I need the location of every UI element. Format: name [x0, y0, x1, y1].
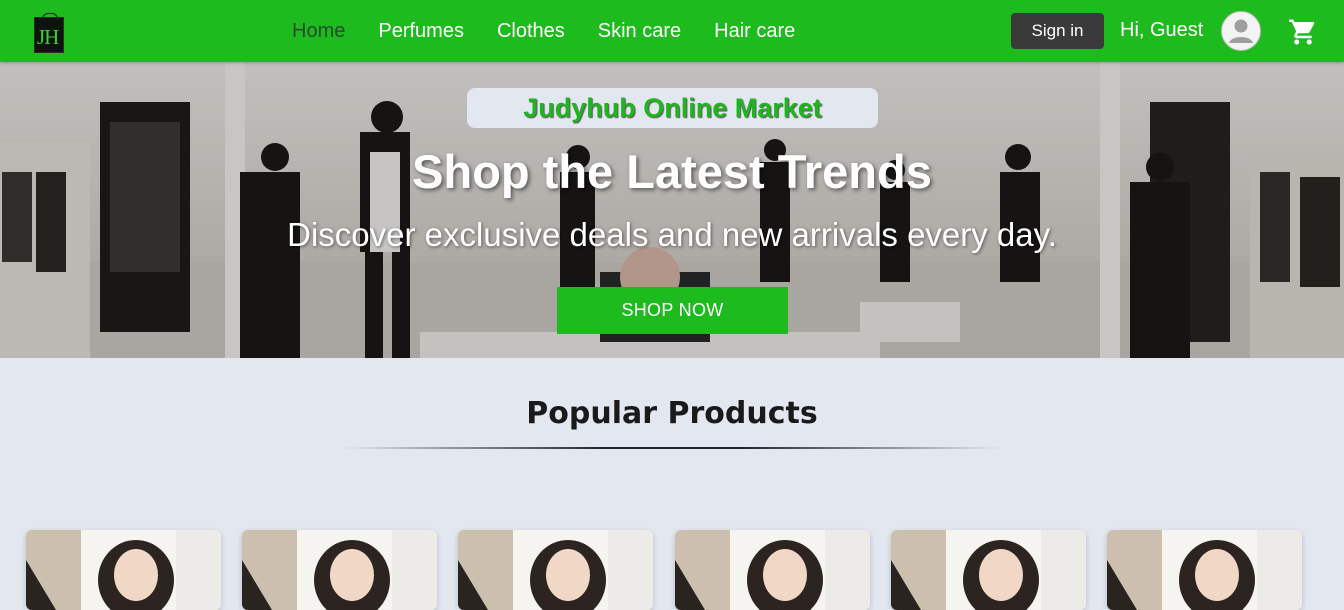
hero-title: Shop the Latest Trends [412, 145, 932, 198]
hero-subtitle: Discover exclusive deals and new arrival… [287, 216, 1057, 253]
nav-link-perfumes[interactable]: Perfumes [378, 20, 464, 43]
hero-banner: Judyhub Online Market Shop the Latest Tr… [0, 62, 1344, 358]
product-image [891, 530, 1086, 610]
user-avatar-icon[interactable] [1221, 11, 1261, 51]
nav-link-home[interactable]: Home [292, 20, 345, 43]
shop-now-button[interactable]: SHOP NOW [557, 287, 788, 334]
navbar: JH Home Perfumes Clothes Skin care Hair … [0, 0, 1344, 62]
product-image [242, 530, 437, 610]
nav-link-clothes[interactable]: Clothes [497, 20, 565, 43]
nav-links: Home Perfumes Clothes Skin care Hair car… [292, 0, 828, 62]
product-card[interactable] [26, 530, 221, 610]
product-card[interactable] [1107, 530, 1302, 610]
nav-link-hair-care[interactable]: Hair care [714, 20, 795, 43]
product-image [458, 530, 653, 610]
user-greeting: Hi, Guest [1120, 19, 1204, 41]
product-image [26, 530, 221, 610]
product-card[interactable] [242, 530, 437, 610]
popular-products-title: Popular Products [526, 396, 818, 431]
brand-badge: Judyhub Online Market [467, 88, 878, 128]
product-image [675, 530, 870, 610]
brand-logo-text: JH [37, 25, 59, 49]
shopping-cart-icon[interactable] [1288, 17, 1318, 47]
sign-in-button[interactable]: Sign in [1011, 13, 1104, 49]
nav-link-skin-care[interactable]: Skin care [598, 20, 681, 43]
product-card[interactable] [891, 530, 1086, 610]
section-divider [342, 447, 1002, 449]
product-card[interactable] [675, 530, 870, 610]
brand-logo[interactable]: JH [34, 13, 64, 53]
product-image [1107, 530, 1302, 610]
product-card[interactable] [458, 530, 653, 610]
